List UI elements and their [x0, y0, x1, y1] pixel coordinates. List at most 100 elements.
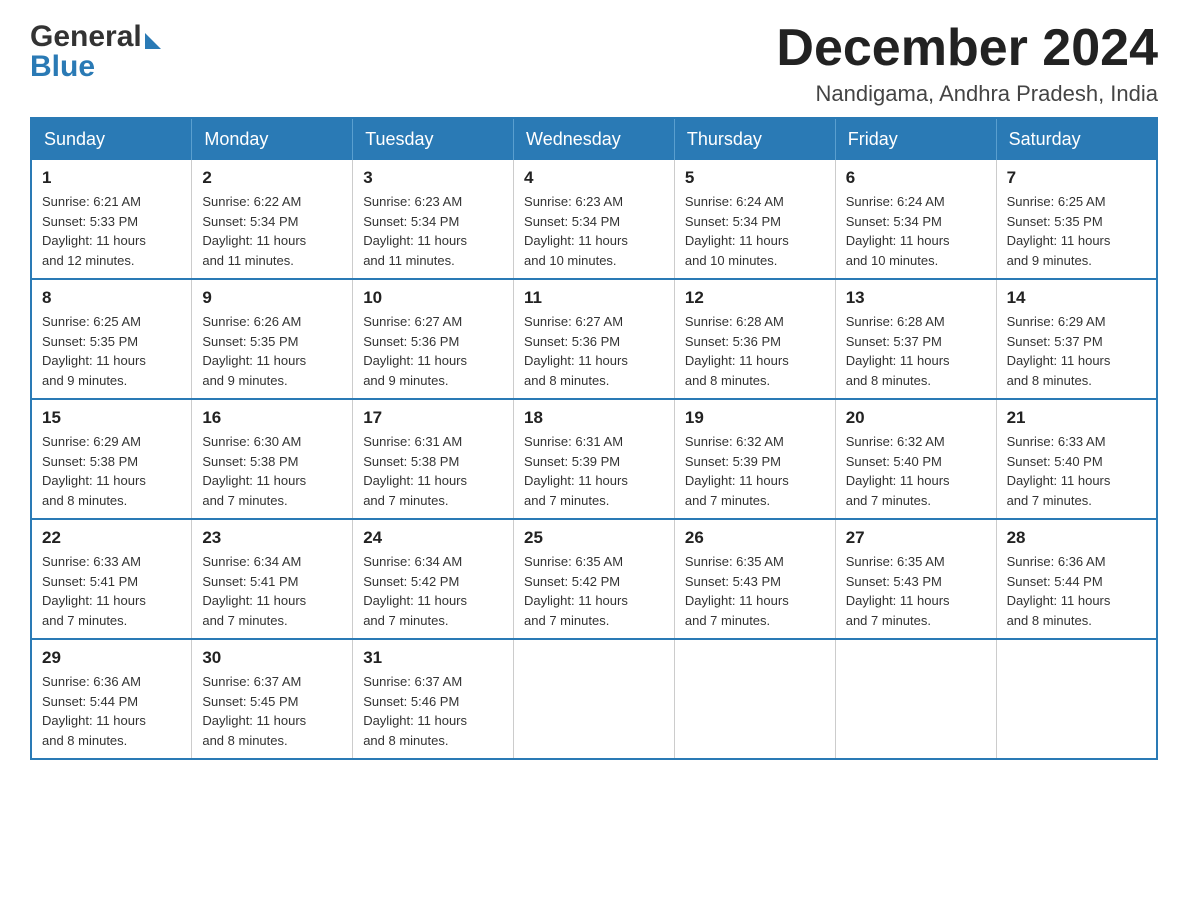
day-header-wednesday: Wednesday: [514, 118, 675, 160]
day-info: Sunrise: 6:33 AM Sunset: 5:41 PM Dayligh…: [42, 552, 181, 630]
day-info: Sunrise: 6:25 AM Sunset: 5:35 PM Dayligh…: [42, 312, 181, 390]
day-number: 2: [202, 168, 342, 188]
day-info: Sunrise: 6:25 AM Sunset: 5:35 PM Dayligh…: [1007, 192, 1146, 270]
calendar-cell: 28 Sunrise: 6:36 AM Sunset: 5:44 PM Dayl…: [996, 519, 1157, 639]
header-row: SundayMondayTuesdayWednesdayThursdayFrid…: [31, 118, 1157, 160]
calendar-cell: 30 Sunrise: 6:37 AM Sunset: 5:45 PM Dayl…: [192, 639, 353, 759]
day-info: Sunrise: 6:37 AM Sunset: 5:45 PM Dayligh…: [202, 672, 342, 750]
calendar-cell: 4 Sunrise: 6:23 AM Sunset: 5:34 PM Dayli…: [514, 160, 675, 279]
day-header-thursday: Thursday: [674, 118, 835, 160]
calendar-cell: 27 Sunrise: 6:35 AM Sunset: 5:43 PM Dayl…: [835, 519, 996, 639]
calendar-cell: 20 Sunrise: 6:32 AM Sunset: 5:40 PM Dayl…: [835, 399, 996, 519]
day-number: 17: [363, 408, 503, 428]
calendar-cell: 11 Sunrise: 6:27 AM Sunset: 5:36 PM Dayl…: [514, 279, 675, 399]
day-info: Sunrise: 6:34 AM Sunset: 5:42 PM Dayligh…: [363, 552, 503, 630]
day-number: 10: [363, 288, 503, 308]
calendar-cell: 5 Sunrise: 6:24 AM Sunset: 5:34 PM Dayli…: [674, 160, 835, 279]
day-number: 21: [1007, 408, 1146, 428]
logo: General Blue: [30, 20, 161, 84]
day-number: 14: [1007, 288, 1146, 308]
calendar-cell: 8 Sunrise: 6:25 AM Sunset: 5:35 PM Dayli…: [31, 279, 192, 399]
day-number: 1: [42, 168, 181, 188]
day-header-saturday: Saturday: [996, 118, 1157, 160]
day-number: 13: [846, 288, 986, 308]
day-info: Sunrise: 6:29 AM Sunset: 5:37 PM Dayligh…: [1007, 312, 1146, 390]
day-number: 8: [42, 288, 181, 308]
calendar-cell: 14 Sunrise: 6:29 AM Sunset: 5:37 PM Dayl…: [996, 279, 1157, 399]
calendar-cell: 15 Sunrise: 6:29 AM Sunset: 5:38 PM Dayl…: [31, 399, 192, 519]
day-info: Sunrise: 6:27 AM Sunset: 5:36 PM Dayligh…: [363, 312, 503, 390]
calendar-cell: 16 Sunrise: 6:30 AM Sunset: 5:38 PM Dayl…: [192, 399, 353, 519]
calendar-cell: 7 Sunrise: 6:25 AM Sunset: 5:35 PM Dayli…: [996, 160, 1157, 279]
calendar-cell: [514, 639, 675, 759]
calendar-cell: 3 Sunrise: 6:23 AM Sunset: 5:34 PM Dayli…: [353, 160, 514, 279]
day-info: Sunrise: 6:32 AM Sunset: 5:40 PM Dayligh…: [846, 432, 986, 510]
day-number: 31: [363, 648, 503, 668]
calendar-cell: 17 Sunrise: 6:31 AM Sunset: 5:38 PM Dayl…: [353, 399, 514, 519]
calendar-cell: 22 Sunrise: 6:33 AM Sunset: 5:41 PM Dayl…: [31, 519, 192, 639]
calendar-cell: [996, 639, 1157, 759]
logo-general-text: General: [30, 20, 142, 54]
day-info: Sunrise: 6:29 AM Sunset: 5:38 PM Dayligh…: [42, 432, 181, 510]
day-info: Sunrise: 6:31 AM Sunset: 5:39 PM Dayligh…: [524, 432, 664, 510]
day-info: Sunrise: 6:28 AM Sunset: 5:37 PM Dayligh…: [846, 312, 986, 390]
day-number: 24: [363, 528, 503, 548]
day-info: Sunrise: 6:23 AM Sunset: 5:34 PM Dayligh…: [524, 192, 664, 270]
day-number: 23: [202, 528, 342, 548]
location-subtitle: Nandigama, Andhra Pradesh, India: [776, 81, 1158, 107]
calendar-week-3: 15 Sunrise: 6:29 AM Sunset: 5:38 PM Dayl…: [31, 399, 1157, 519]
calendar-table: SundayMondayTuesdayWednesdayThursdayFrid…: [30, 117, 1158, 760]
day-info: Sunrise: 6:33 AM Sunset: 5:40 PM Dayligh…: [1007, 432, 1146, 510]
day-info: Sunrise: 6:36 AM Sunset: 5:44 PM Dayligh…: [42, 672, 181, 750]
calendar-cell: 9 Sunrise: 6:26 AM Sunset: 5:35 PM Dayli…: [192, 279, 353, 399]
day-info: Sunrise: 6:32 AM Sunset: 5:39 PM Dayligh…: [685, 432, 825, 510]
calendar-week-2: 8 Sunrise: 6:25 AM Sunset: 5:35 PM Dayli…: [31, 279, 1157, 399]
day-number: 26: [685, 528, 825, 548]
page-header: General Blue December 2024 Nandigama, An…: [30, 20, 1158, 107]
day-number: 19: [685, 408, 825, 428]
day-number: 4: [524, 168, 664, 188]
calendar-week-4: 22 Sunrise: 6:33 AM Sunset: 5:41 PM Dayl…: [31, 519, 1157, 639]
day-info: Sunrise: 6:23 AM Sunset: 5:34 PM Dayligh…: [363, 192, 503, 270]
calendar-cell: 13 Sunrise: 6:28 AM Sunset: 5:37 PM Dayl…: [835, 279, 996, 399]
calendar-cell: 25 Sunrise: 6:35 AM Sunset: 5:42 PM Dayl…: [514, 519, 675, 639]
calendar-cell: 19 Sunrise: 6:32 AM Sunset: 5:39 PM Dayl…: [674, 399, 835, 519]
day-info: Sunrise: 6:35 AM Sunset: 5:43 PM Dayligh…: [846, 552, 986, 630]
day-info: Sunrise: 6:24 AM Sunset: 5:34 PM Dayligh…: [846, 192, 986, 270]
day-number: 22: [42, 528, 181, 548]
day-info: Sunrise: 6:30 AM Sunset: 5:38 PM Dayligh…: [202, 432, 342, 510]
calendar-body: 1 Sunrise: 6:21 AM Sunset: 5:33 PM Dayli…: [31, 160, 1157, 759]
day-info: Sunrise: 6:21 AM Sunset: 5:33 PM Dayligh…: [42, 192, 181, 270]
calendar-cell: 12 Sunrise: 6:28 AM Sunset: 5:36 PM Dayl…: [674, 279, 835, 399]
day-info: Sunrise: 6:22 AM Sunset: 5:34 PM Dayligh…: [202, 192, 342, 270]
day-info: Sunrise: 6:34 AM Sunset: 5:41 PM Dayligh…: [202, 552, 342, 630]
day-info: Sunrise: 6:27 AM Sunset: 5:36 PM Dayligh…: [524, 312, 664, 390]
day-number: 16: [202, 408, 342, 428]
calendar-week-5: 29 Sunrise: 6:36 AM Sunset: 5:44 PM Dayl…: [31, 639, 1157, 759]
day-number: 20: [846, 408, 986, 428]
logo-triangle-icon: [145, 33, 161, 49]
day-number: 7: [1007, 168, 1146, 188]
day-number: 15: [42, 408, 181, 428]
calendar-cell: [674, 639, 835, 759]
calendar-header: SundayMondayTuesdayWednesdayThursdayFrid…: [31, 118, 1157, 160]
calendar-week-1: 1 Sunrise: 6:21 AM Sunset: 5:33 PM Dayli…: [31, 160, 1157, 279]
calendar-cell: 6 Sunrise: 6:24 AM Sunset: 5:34 PM Dayli…: [835, 160, 996, 279]
title-block: December 2024 Nandigama, Andhra Pradesh,…: [776, 20, 1158, 107]
day-number: 3: [363, 168, 503, 188]
day-info: Sunrise: 6:36 AM Sunset: 5:44 PM Dayligh…: [1007, 552, 1146, 630]
day-info: Sunrise: 6:37 AM Sunset: 5:46 PM Dayligh…: [363, 672, 503, 750]
day-number: 18: [524, 408, 664, 428]
day-number: 27: [846, 528, 986, 548]
calendar-cell: 1 Sunrise: 6:21 AM Sunset: 5:33 PM Dayli…: [31, 160, 192, 279]
day-info: Sunrise: 6:35 AM Sunset: 5:42 PM Dayligh…: [524, 552, 664, 630]
day-info: Sunrise: 6:28 AM Sunset: 5:36 PM Dayligh…: [685, 312, 825, 390]
day-number: 9: [202, 288, 342, 308]
day-number: 5: [685, 168, 825, 188]
day-header-sunday: Sunday: [31, 118, 192, 160]
calendar-cell: 24 Sunrise: 6:34 AM Sunset: 5:42 PM Dayl…: [353, 519, 514, 639]
calendar-cell: 29 Sunrise: 6:36 AM Sunset: 5:44 PM Dayl…: [31, 639, 192, 759]
day-number: 28: [1007, 528, 1146, 548]
day-info: Sunrise: 6:26 AM Sunset: 5:35 PM Dayligh…: [202, 312, 342, 390]
calendar-cell: 10 Sunrise: 6:27 AM Sunset: 5:36 PM Dayl…: [353, 279, 514, 399]
